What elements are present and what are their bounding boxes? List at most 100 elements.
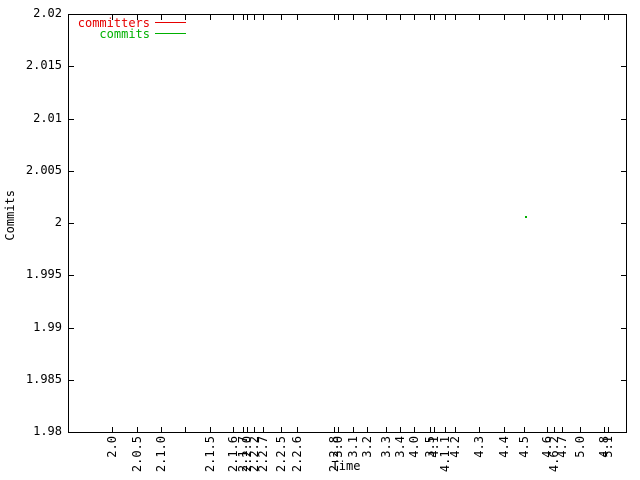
x-tick-label: 4.0	[408, 436, 420, 458]
x-tick-label: 2.1.0	[155, 436, 167, 472]
y-tick-left	[69, 328, 74, 329]
x-tick-bottom	[455, 427, 456, 432]
x-axis-title: Time	[0, 460, 640, 473]
x-tick-top	[608, 15, 609, 20]
x-tick-top	[338, 15, 339, 20]
y-tick-right	[621, 66, 626, 67]
x-tick-bottom	[247, 427, 248, 432]
x-tick-bottom	[430, 427, 431, 432]
x-tick-top	[210, 15, 211, 20]
y-tick-label: 1.98	[0, 425, 62, 438]
y-tick-right	[621, 432, 626, 433]
x-tick-top	[185, 15, 186, 20]
data-point-commits	[525, 216, 527, 218]
x-tick-top	[580, 15, 581, 20]
x-tick-label: 2.0.5	[131, 436, 143, 472]
y-tick-label: 2.01	[0, 112, 62, 125]
x-tick-bottom	[353, 427, 354, 432]
x-tick-bottom	[233, 427, 234, 432]
x-tick-top	[414, 15, 415, 20]
x-tick-bottom	[400, 427, 401, 432]
x-tick-bottom	[504, 427, 505, 432]
x-tick-top	[254, 15, 255, 20]
x-tick-top	[386, 15, 387, 20]
x-tick-label: 5.0	[574, 436, 586, 458]
x-tick-bottom	[367, 427, 368, 432]
x-tick-top	[367, 15, 368, 20]
x-tick-bottom	[281, 427, 282, 432]
legend-label-commits: commits	[0, 28, 150, 40]
x-tick-label: 5.1	[602, 436, 614, 458]
y-tick-left	[69, 66, 74, 67]
x-tick-label: 4.3	[473, 436, 485, 458]
x-tick-label: 4.2	[449, 436, 461, 458]
x-tick-label: 2.2.7	[257, 436, 269, 472]
x-tick-bottom	[604, 427, 605, 432]
x-tick-top	[334, 15, 335, 20]
x-tick-top	[430, 15, 431, 20]
x-tick-label: 3.2	[361, 436, 373, 458]
x-tick-label: 2.0	[106, 436, 118, 458]
y-tick-right	[621, 119, 626, 120]
x-tick-top	[445, 15, 446, 20]
x-tick-bottom	[562, 427, 563, 432]
y-tick-left	[69, 223, 74, 224]
x-tick-label: 4.7	[556, 436, 568, 458]
y-tick-left	[69, 275, 74, 276]
x-tick-top	[554, 15, 555, 20]
y-tick-left	[69, 119, 74, 120]
x-tick-bottom	[386, 427, 387, 432]
x-tick-top	[504, 15, 505, 20]
x-tick-bottom	[263, 427, 264, 432]
x-tick-top	[161, 15, 162, 20]
x-tick-bottom	[210, 427, 211, 432]
x-tick-label: 2.2.5	[275, 436, 287, 472]
y-tick-label: 2	[0, 216, 62, 229]
x-tick-label: 3.1	[347, 436, 359, 458]
legend-line-commits	[155, 33, 186, 34]
y-tick-right	[621, 171, 626, 172]
x-tick-bottom	[547, 427, 548, 432]
y-tick-left	[69, 14, 74, 15]
x-tick-label: 2.1.5	[204, 436, 216, 472]
x-tick-top	[604, 15, 605, 20]
x-tick-top	[455, 15, 456, 20]
x-tick-bottom	[479, 427, 480, 432]
x-tick-bottom	[243, 427, 244, 432]
x-tick-label: 3.3	[380, 436, 392, 458]
x-tick-top	[353, 15, 354, 20]
y-tick-label: 2.005	[0, 164, 62, 177]
chart-canvas: Commits Time 1.981.9851.991.99522.0052.0…	[0, 0, 640, 480]
x-tick-bottom	[524, 427, 525, 432]
x-tick-bottom	[338, 427, 339, 432]
x-tick-bottom	[334, 427, 335, 432]
x-tick-top	[400, 15, 401, 20]
x-tick-top	[233, 15, 234, 20]
x-tick-bottom	[185, 427, 186, 432]
y-tick-right	[621, 380, 626, 381]
x-tick-bottom	[554, 427, 555, 432]
y-tick-label: 1.995	[0, 268, 62, 281]
x-tick-bottom	[414, 427, 415, 432]
x-tick-label: 4.5	[518, 436, 530, 458]
x-tick-bottom	[254, 427, 255, 432]
y-tick-right	[621, 14, 626, 15]
x-tick-bottom	[445, 427, 446, 432]
x-tick-bottom	[161, 427, 162, 432]
x-tick-top	[263, 15, 264, 20]
x-tick-bottom	[434, 427, 435, 432]
x-tick-bottom	[137, 427, 138, 432]
y-tick-left	[69, 380, 74, 381]
x-tick-bottom	[297, 427, 298, 432]
x-tick-label: 3.4	[394, 436, 406, 458]
x-tick-top	[434, 15, 435, 20]
x-tick-label: 4.4	[498, 436, 510, 458]
y-tick-left	[69, 171, 74, 172]
x-tick-bottom	[608, 427, 609, 432]
y-tick-label: 2.015	[0, 59, 62, 72]
plot-area-border	[68, 14, 627, 433]
x-tick-top	[524, 15, 525, 20]
legend-line-committers	[155, 22, 186, 23]
y-tick-right	[621, 328, 626, 329]
y-tick-left	[69, 432, 74, 433]
